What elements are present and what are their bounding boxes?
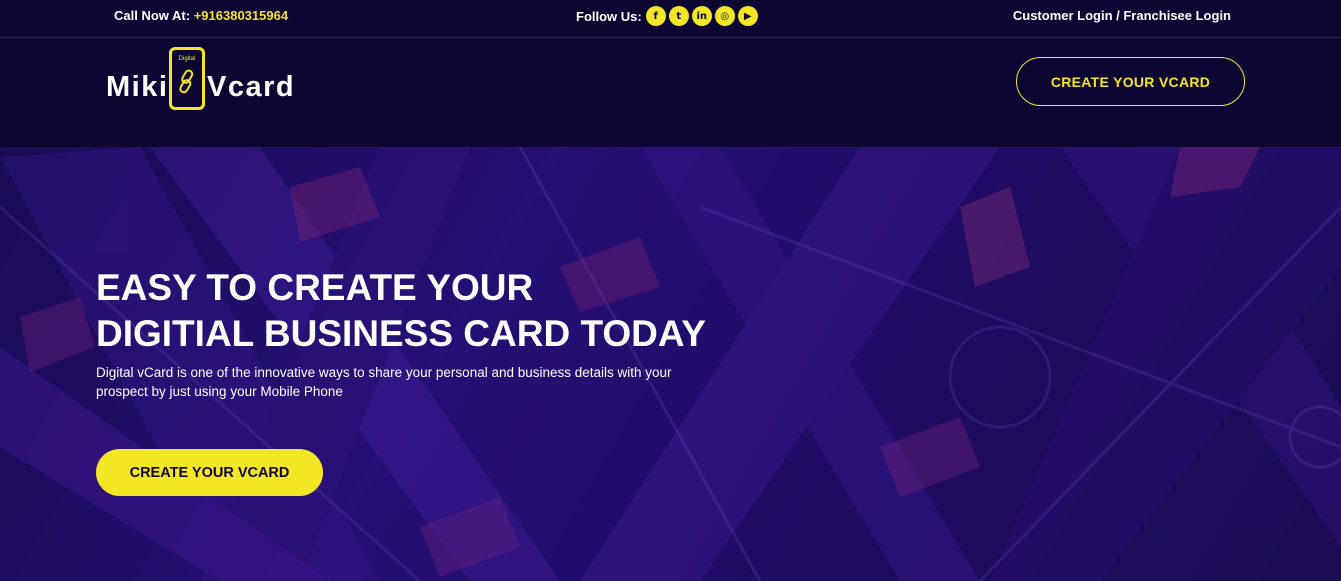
site-header: Miki Digital Vcard CREATE YOUR VCARD bbox=[0, 38, 1341, 147]
create-vcard-hero-button[interactable]: CREATE YOUR VCARD bbox=[96, 449, 323, 496]
follow-label: Follow Us: bbox=[576, 8, 642, 24]
hero-section: EASY TO CREATE YOUR DIGITIAL BUSINESS CA… bbox=[0, 147, 1341, 581]
logo-text-right: Vcard bbox=[207, 71, 296, 103]
logo-small-text: Digital bbox=[178, 56, 196, 62]
phone-link-icon: Digital bbox=[169, 47, 205, 110]
social-links: Follow Us: f t in ◎ ▶ bbox=[576, 6, 758, 26]
phone-link[interactable]: +916380315964 bbox=[194, 8, 288, 23]
login-links[interactable]: Customer Login / Franchisee Login bbox=[1013, 8, 1231, 23]
youtube-icon[interactable]: ▶ bbox=[737, 6, 758, 26]
create-vcard-header-button[interactable]: CREATE YOUR VCARD bbox=[1016, 57, 1245, 106]
logo-text-left: Miki bbox=[106, 71, 169, 103]
call-label: Call Now At: bbox=[114, 8, 191, 23]
instagram-icon[interactable]: ◎ bbox=[714, 6, 735, 26]
hero-description: Digital vCard is one of the innovative w… bbox=[96, 365, 672, 399]
call-info: Call Now At: +916380315964 bbox=[114, 8, 288, 23]
facebook-icon[interactable]: f bbox=[645, 6, 666, 26]
hero-title: EASY TO CREATE YOUR DIGITIAL BUSINESS CA… bbox=[96, 265, 796, 357]
hero-title-line2: DIGITIAL BUSINESS CARD TODAY bbox=[96, 313, 706, 354]
chain-link-icon bbox=[179, 69, 194, 94]
top-bar: Call Now At: +916380315964 Follow Us: f … bbox=[0, 0, 1341, 38]
site-logo[interactable]: Miki Digital Vcard bbox=[106, 47, 306, 117]
twitter-icon[interactable]: t bbox=[668, 6, 689, 26]
linkedin-icon[interactable]: in bbox=[691, 6, 712, 26]
hero-title-line1: EASY TO CREATE YOUR bbox=[96, 267, 534, 308]
